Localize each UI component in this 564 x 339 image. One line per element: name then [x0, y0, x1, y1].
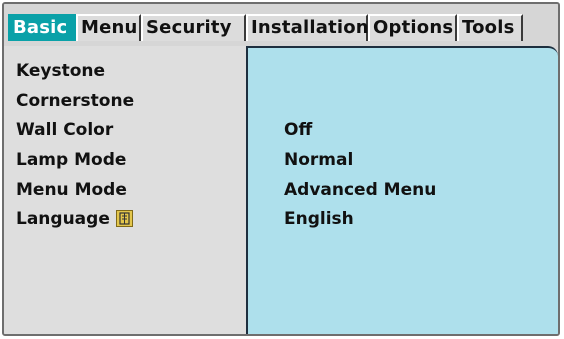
tab-options[interactable]: Options — [368, 14, 457, 41]
menu-item-menu-mode[interactable]: Menu Mode — [16, 179, 127, 201]
tab-basic[interactable]: Basic — [8, 14, 76, 41]
tab-security[interactable]: Security — [141, 14, 246, 41]
menu-item-language[interactable]: Language — [16, 208, 133, 230]
tab-tools[interactable]: Tools — [457, 14, 523, 41]
tab-installation[interactable]: Installation — [246, 14, 369, 41]
tab-bar: Basic Menu Security Installation Options… — [4, 4, 558, 50]
lamp-mode-value: Normal — [284, 150, 354, 170]
menu-item-keystone[interactable]: Keystone — [16, 60, 105, 82]
language-icon — [115, 210, 133, 227]
tab-menu[interactable]: Menu — [76, 14, 141, 41]
menu-item-cornerstone[interactable]: Cornerstone — [16, 90, 134, 112]
menu-mode-value: Advanced Menu — [284, 180, 437, 200]
menu-item-lamp-mode[interactable]: Lamp Mode — [16, 149, 126, 171]
language-value: English — [284, 209, 354, 229]
wall-color-value: Off — [284, 120, 313, 140]
language-label: Language — [16, 209, 110, 229]
menu-item-wall-color[interactable]: Wall Color — [16, 119, 113, 141]
onscreen-menu: Basic Menu Security Installation Options… — [2, 2, 560, 336]
